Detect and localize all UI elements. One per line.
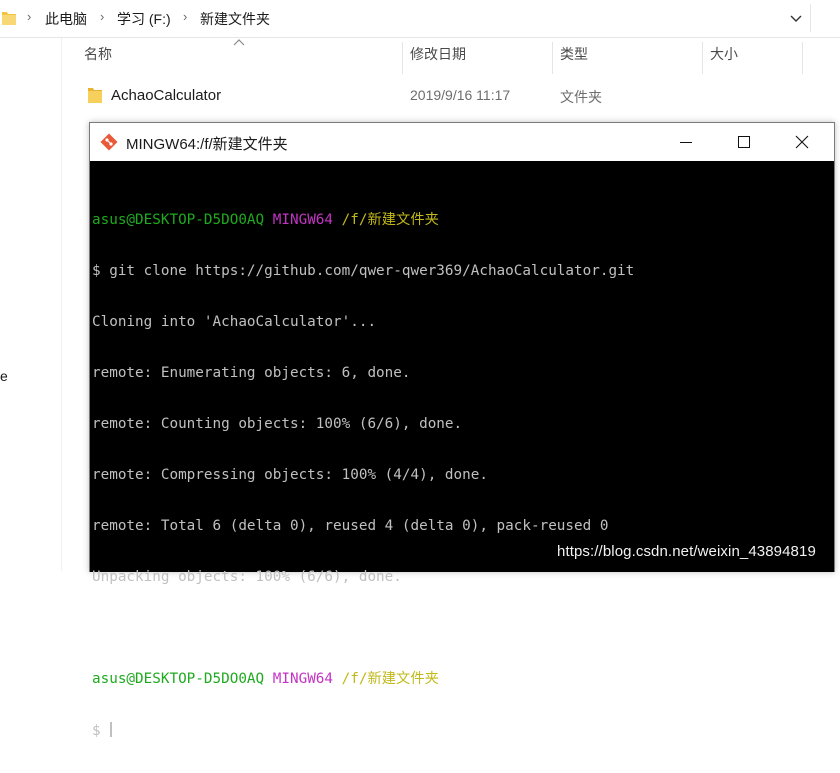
prompt-path: /f/新建文件夹 [341,212,439,228]
minimize-button[interactable] [657,123,715,161]
chevron-right-icon[interactable]: › [100,9,104,24]
git-icon [100,133,118,151]
navigation-pane[interactable]: e [0,38,62,571]
prompt-char: $ [92,723,101,739]
prompt-env: MINGW64 [272,212,334,228]
watermark: https://blog.csdn.net/weixin_43894819 [557,543,816,560]
address-bar[interactable]: › 此电脑 › 学习 (F:) › 新建文件夹 [0,0,840,38]
column-divider[interactable] [552,42,553,74]
output-line: Unpacking objects: 100% (6/6), done. [92,569,402,585]
prompt-line: asus@DESKTOP-D5DO0AQ MINGW64 /f/新建文件夹 [92,671,812,688]
output-line: Cloning into 'AchaoCalculator'... [92,314,377,330]
output-line: remote: Compressing objects: 100% (4/4),… [92,467,488,483]
close-button[interactable] [773,123,831,161]
chevron-right-icon[interactable]: › [27,9,31,24]
breadcrumb-this-pc[interactable]: 此电脑 [45,9,87,29]
input-line[interactable]: $ [92,722,812,739]
prompt-env: MINGW64 [272,671,334,687]
minimize-icon [680,142,692,143]
terminal-scrollbar[interactable] [812,161,834,572]
prompt-path: /f/新建文件夹 [341,671,439,687]
command-line: $ git clone https://github.com/qwer-qwer… [92,263,635,279]
column-divider[interactable] [702,42,703,74]
sort-ascending-icon [233,39,245,46]
maximize-button[interactable] [715,123,773,161]
maximize-icon [738,136,750,148]
column-header-name[interactable]: 名称 [84,44,112,64]
prompt-user: asus@DESKTOP-D5DO0AQ [92,212,265,228]
file-type: 文件夹 [560,89,602,105]
file-name[interactable]: AchaoCalculator [111,87,221,104]
chevron-down-icon[interactable] [789,11,803,25]
column-divider[interactable] [402,42,403,74]
text-cursor [109,722,112,737]
breadcrumb-drive[interactable]: 学习 (F:) [117,9,171,29]
terminal-output[interactable]: asus@DESKTOP-D5DO0AQ MINGW64 /f/新建文件夹 $ … [92,178,812,773]
terminal-titlebar[interactable]: MINGW64:/f/新建文件夹 [90,123,834,161]
chevron-right-icon[interactable]: › [183,9,187,24]
column-divider[interactable] [802,42,803,74]
column-header-type[interactable]: 类型 [560,44,588,64]
refresh-button[interactable] [810,4,840,32]
folder-icon [88,88,102,103]
file-date: 2019/9/16 11:17 [410,87,511,103]
column-header-date[interactable]: 修改日期 [410,44,466,64]
terminal-window[interactable]: MINGW64:/f/新建文件夹 asus@DESKTOP-D5DO0AQ MI… [89,122,835,739]
prompt-line: asus@DESKTOP-D5DO0AQ MINGW64 /f/新建文件夹 [92,212,812,229]
breadcrumb-folder[interactable]: 新建文件夹 [200,9,270,29]
nav-item-partial[interactable]: e [0,368,8,384]
close-icon [795,135,809,149]
window-title: MINGW64:/f/新建文件夹 [126,136,288,153]
prompt-user: asus@DESKTOP-D5DO0AQ [92,671,265,687]
output-line: remote: Counting objects: 100% (6/6), do… [92,416,463,432]
output-line: remote: Enumerating objects: 6, done. [92,365,411,381]
output-line: remote: Total 6 (delta 0), reused 4 (del… [92,518,609,534]
folder-icon [2,12,16,25]
column-header-size[interactable]: 大小 [710,44,738,64]
